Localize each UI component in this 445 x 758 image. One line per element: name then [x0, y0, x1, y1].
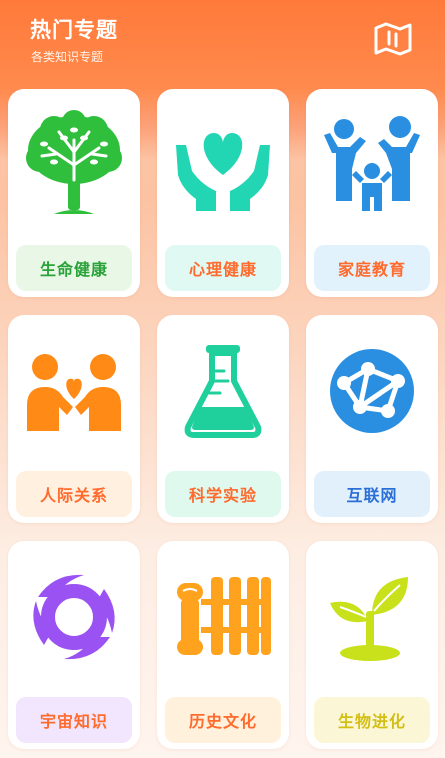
topic-label: 科学实验: [188, 486, 257, 505]
scroll-bamboo-icon: [177, 577, 271, 655]
topic-label: 生命健康: [39, 260, 108, 279]
page-title: 热门专题: [30, 18, 118, 42]
topic-label-bar: 科学实验: [165, 471, 281, 517]
page-subtitle: 各类知识专题: [31, 50, 104, 64]
topic-label-bar: 心理健康: [165, 245, 281, 291]
topic-label: 历史文化: [188, 712, 257, 731]
sprout-icon: [330, 577, 408, 661]
topic-card-mental-health[interactable]: 心理健康: [157, 89, 289, 297]
topic-card-history-culture[interactable]: 历史文化: [157, 541, 289, 749]
people-heart-icon: [27, 354, 121, 431]
topic-label-bar: 人际关系: [16, 471, 132, 517]
topic-label-bar: 互联网: [314, 471, 430, 517]
topic-card-relationships[interactable]: 人际关系: [8, 315, 140, 523]
family-icon: [324, 116, 420, 211]
topic-card-family-education[interactable]: 家庭教育: [306, 89, 438, 297]
map-button[interactable]: [372, 20, 414, 58]
hands-heart-icon: [176, 133, 270, 211]
topic-label-bar: 宇宙知识: [16, 697, 132, 743]
topic-label-bar: 生命健康: [16, 245, 132, 291]
flask-icon: [184, 345, 262, 438]
folded-map-icon: [374, 22, 412, 56]
topic-label-bar: 历史文化: [165, 697, 281, 743]
topic-label: 心理健康: [188, 260, 257, 279]
topic-card-science-experiment[interactable]: 科学实验: [157, 315, 289, 523]
topic-label: 宇宙知识: [39, 712, 108, 731]
topic-label-bar: 生物进化: [314, 697, 430, 743]
topic-label: 家庭教育: [337, 260, 406, 279]
galaxy-icon: [33, 574, 115, 660]
topic-card-evolution[interactable]: 生物进化: [306, 541, 438, 749]
topic-card-universe[interactable]: 宇宙知识: [8, 541, 140, 749]
tree-icon: [26, 110, 122, 214]
topic-label-bar: 家庭教育: [314, 245, 430, 291]
topic-card-internet[interactable]: 互联网: [306, 315, 438, 523]
topic-label: 互联网: [346, 486, 398, 505]
topic-grid: 生命健康 心理健康 家庭教育 人际关系 科学实验 互联网 宇宙知识 历史文化 生…: [8, 89, 438, 749]
topic-label: 生物进化: [337, 712, 406, 731]
topic-label: 人际关系: [39, 486, 108, 505]
topic-card-life-health[interactable]: 生命健康: [8, 89, 140, 297]
network-globe-icon: [330, 349, 414, 433]
